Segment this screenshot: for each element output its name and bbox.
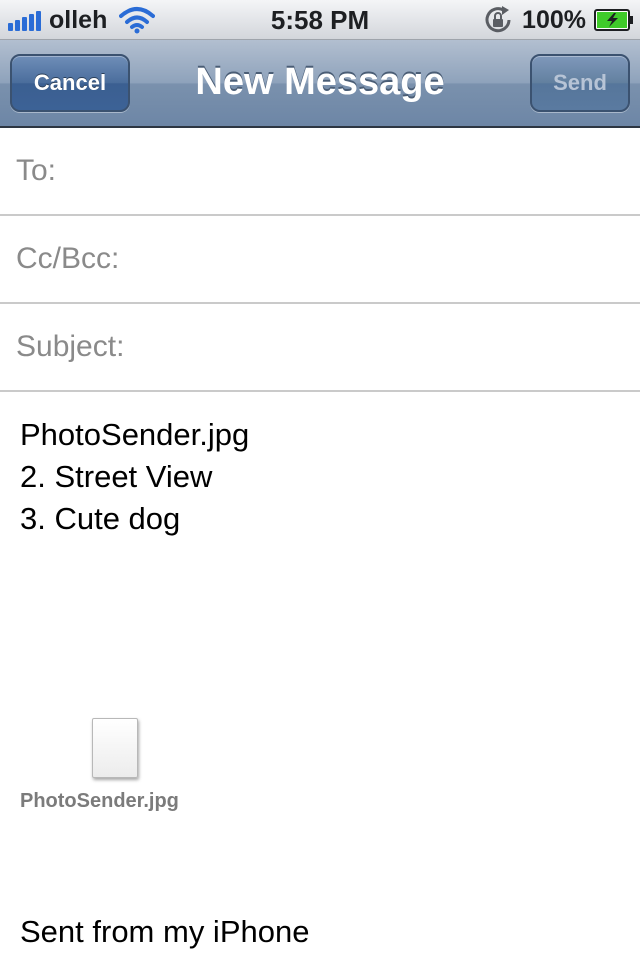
body-line: 3. Cute dog bbox=[20, 501, 181, 536]
cc-bcc-label: Cc/Bcc: bbox=[16, 242, 120, 275]
rotation-lock-icon bbox=[485, 6, 511, 33]
subject-field[interactable]: Subject: bbox=[0, 304, 640, 392]
signature: Sent from my iPhone bbox=[20, 914, 310, 949]
document-icon bbox=[92, 718, 138, 778]
attachment-name: PhotoSender.jpg bbox=[20, 790, 179, 812]
send-button[interactable]: Send bbox=[530, 54, 630, 112]
to-field[interactable]: To: bbox=[0, 128, 640, 216]
to-label: To: bbox=[16, 154, 57, 187]
cancel-button[interactable]: Cancel bbox=[10, 54, 130, 112]
status-right: 100% bbox=[482, 4, 634, 36]
body-line: 2. Street View bbox=[20, 459, 213, 494]
body-line: PhotoSender.jpg bbox=[20, 417, 250, 452]
subject-label: Subject: bbox=[16, 330, 125, 363]
cc-bcc-field[interactable]: Cc/Bcc: bbox=[0, 216, 640, 304]
battery-charging-icon bbox=[594, 9, 633, 31]
message-body[interactable]: PhotoSender.jpg 2. Street View 3. Cute d… bbox=[20, 414, 249, 540]
battery-percent: 100% bbox=[522, 5, 586, 34]
nav-bar: New Message Cancel Send bbox=[0, 40, 640, 128]
status-bar: olleh 5:58 PM 100% bbox=[0, 0, 640, 40]
